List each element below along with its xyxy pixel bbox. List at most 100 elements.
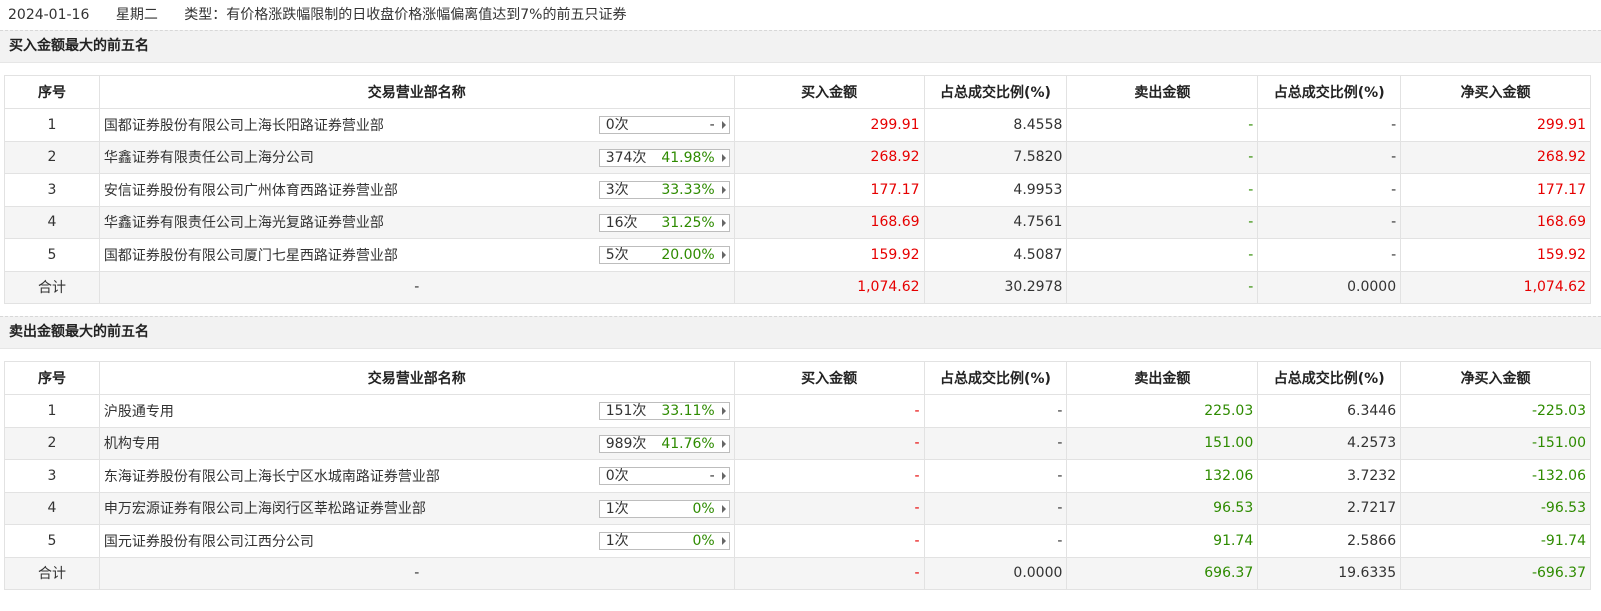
buy-pct-cell: 4.5087 <box>923 238 1068 272</box>
seat-history-dropdown[interactable]: 1次 0% <box>598 532 730 550</box>
seat-history-dropdown[interactable]: 151次 33.11% <box>598 402 730 420</box>
net-amount-cell: 268.92 <box>1400 140 1591 174</box>
total-buy-pct: 0.0000 <box>923 556 1068 590</box>
branch-name-link[interactable]: 机构专用 <box>104 433 160 453</box>
sell-pct-cell: 2.7217 <box>1257 491 1402 525</box>
total-sell-amount: - <box>1066 270 1259 304</box>
buy-amount-cell: - <box>733 394 925 428</box>
caret-right-icon <box>721 407 726 415</box>
total-buy-pct: 30.2978 <box>923 270 1068 304</box>
buy-pct-cell: - <box>923 524 1068 558</box>
success-ratio: - <box>709 468 715 484</box>
branch-cell: 安信证券股份有限公司广州体育西路证券营业部 3次 33.33% <box>98 173 735 207</box>
total-label: 合计 <box>4 556 100 590</box>
col-net-amount: 净买入金额 <box>1400 361 1591 395</box>
col-branch-name: 交易营业部名称 <box>98 361 735 395</box>
rank-cell: 4 <box>4 491 100 525</box>
table-row: 2 华鑫证券有限责任公司上海分公司 374次 41.98% 268.92 7.5820- -… <box>4 140 1591 174</box>
branch-cell: 东海证券股份有限公司上海长宁区水城南路证券营业部 0次 - <box>98 459 735 493</box>
total-row: 合计 -1,074.62 30.2978-0.0000 1,074.62 <box>4 270 1591 304</box>
success-ratio: 20.00% <box>661 247 715 263</box>
buy-pct-cell: 7.5820 <box>923 140 1068 174</box>
sell-pct-cell: - <box>1257 140 1402 174</box>
listing-count: 5次 <box>605 247 629 263</box>
sell-pct-cell: 4.2573 <box>1257 426 1402 460</box>
seat-history-dropdown[interactable]: 3次 33.33% <box>598 181 730 199</box>
branch-name-link[interactable]: 沪股通专用 <box>104 401 174 421</box>
sell-amount-cell: - <box>1066 140 1259 174</box>
branch-name-link[interactable]: 国都证券股份有限公司上海长阳路证券营业部 <box>104 115 384 135</box>
rank-cell: 5 <box>4 238 100 272</box>
col-sell-pct: 占总成交比例(%) <box>1257 361 1402 395</box>
branch-name-link[interactable]: 安信证券股份有限公司广州体育西路证券营业部 <box>104 180 398 200</box>
branch-cell: 华鑫证券有限责任公司上海光复路证券营业部 16次 31.25% <box>98 205 735 239</box>
net-amount-cell: -96.53 <box>1400 491 1591 525</box>
sell-top5-table: 序号 交易营业部名称 买入金额 占总成交比例(%) 卖出金额 占总成交比例(%)… <box>4 361 1591 590</box>
sell-pct-cell: - <box>1257 205 1402 239</box>
seat-history-dropdown[interactable]: 0次 - <box>598 467 730 485</box>
listing-count: 3次 <box>605 182 629 198</box>
branch-name-link[interactable]: 东海证券股份有限公司上海长宁区水城南路证券营业部 <box>104 466 440 486</box>
rank-cell: 2 <box>4 140 100 174</box>
branch-name-link[interactable]: 国元证券股份有限公司江西分公司 <box>104 531 314 551</box>
buy-section-title: 买入金额最大的前五名 <box>0 30 1601 63</box>
listing-count: 989次 <box>605 435 647 452</box>
success-ratio: 31.25% <box>661 214 715 231</box>
sell-section-title: 卖出金额最大的前五名 <box>0 316 1601 349</box>
listing-count: 151次 <box>605 403 647 419</box>
col-buy-amount: 买入金额 <box>733 75 925 109</box>
seat-history-dropdown[interactable]: 16次 31.25% <box>598 213 730 232</box>
net-amount-cell: -225.03 <box>1400 394 1591 428</box>
sell-amount-cell: - <box>1066 108 1259 142</box>
total-branch-cell: - <box>98 556 735 590</box>
net-amount-cell: -151.00 <box>1400 426 1591 460</box>
branch-name-link[interactable]: 国都证券股份有限公司厦门七星西路证券营业部 <box>104 245 398 265</box>
branch-cell: 国都证券股份有限公司上海长阳路证券营业部 0次 - <box>98 108 735 142</box>
sell-amount-cell: 225.03 <box>1066 394 1259 428</box>
total-buy-amount: - <box>733 556 925 590</box>
caret-right-icon <box>721 186 726 194</box>
col-net-amount: 净买入金额 <box>1400 75 1591 109</box>
buy-amount-cell: 159.92 <box>733 238 925 272</box>
caret-right-icon <box>721 251 726 259</box>
table-row: 3 东海证券股份有限公司上海长宁区水城南路证券营业部 0次 - - -132.06 3.72… <box>4 459 1591 493</box>
rank-cell: 3 <box>4 459 100 493</box>
seat-history-dropdown[interactable]: 1次 0% <box>598 499 730 518</box>
listing-count: 374次 <box>605 149 647 166</box>
total-row: 合计 - -0.0000 696.37 19.6335 -696.37 <box>4 556 1591 590</box>
sell-amount-cell: - <box>1066 205 1259 239</box>
branch-name-link[interactable]: 华鑫证券有限责任公司上海分公司 <box>104 147 314 167</box>
rank-cell: 5 <box>4 524 100 558</box>
net-amount-cell: 168.69 <box>1400 205 1591 239</box>
net-amount-cell: -91.74 <box>1400 524 1591 558</box>
success-ratio: 0% <box>692 500 715 517</box>
sell-amount-cell: 96.53 <box>1066 491 1259 525</box>
buy-amount-cell: - <box>733 426 925 460</box>
sell-pct-cell: 3.7232 <box>1257 459 1402 493</box>
branch-name-link[interactable]: 华鑫证券有限责任公司上海光复路证券营业部 <box>104 212 384 232</box>
col-rank: 序号 <box>4 361 100 395</box>
seat-history-dropdown[interactable]: 0次 - <box>598 116 730 134</box>
total-sell-amount: 696.37 <box>1066 556 1259 590</box>
total-buy-amount: 1,074.62 <box>733 270 925 304</box>
seat-history-dropdown[interactable]: 374次 41.98% <box>598 148 730 167</box>
table-header-row: 序号 交易营业部名称 买入金额 占总成交比例(%) 卖出金额 占总成交比例(%)… <box>4 361 1591 395</box>
caret-right-icon <box>721 504 726 513</box>
seat-history-dropdown[interactable]: 5次 20.00% <box>598 246 730 264</box>
col-branch-name: 交易营业部名称 <box>98 75 735 109</box>
success-ratio: 0% <box>692 533 715 549</box>
caret-right-icon <box>721 153 726 162</box>
col-sell-amount: 卖出金额 <box>1066 361 1259 395</box>
buy-pct-cell: 4.9953 <box>923 173 1068 207</box>
caret-right-icon <box>721 439 726 448</box>
rank-cell: 1 <box>4 394 100 428</box>
total-branch-cell: - <box>98 270 735 304</box>
total-sell-pct: 0.0000 <box>1257 270 1402 304</box>
seat-history-dropdown[interactable]: 989次 41.76% <box>598 434 730 453</box>
total-net-amount: 1,074.62 <box>1400 270 1591 304</box>
branch-name-link[interactable]: 申万宏源证券有限公司上海闵行区莘松路证券营业部 <box>104 498 426 518</box>
caret-right-icon <box>721 218 726 227</box>
sell-amount-cell: 151.00 <box>1066 426 1259 460</box>
buy-pct-cell: - <box>923 459 1068 493</box>
buy-amount-cell: 268.92 <box>733 140 925 174</box>
